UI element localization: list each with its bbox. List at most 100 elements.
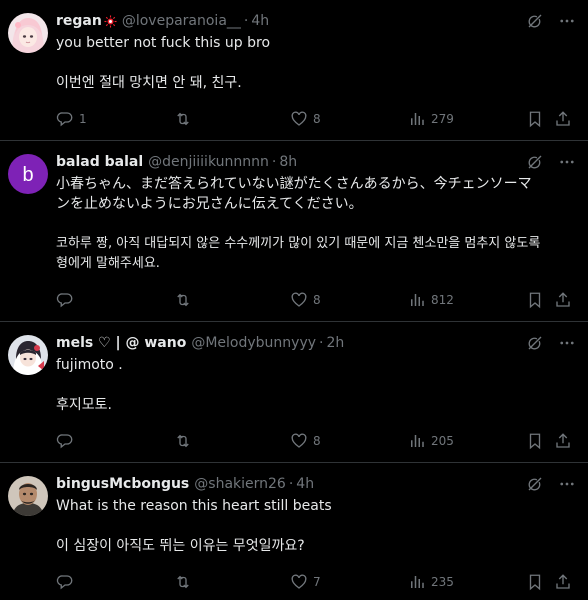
bookmark-button[interactable] <box>526 573 544 591</box>
share-icon <box>554 110 572 128</box>
author-name[interactable]: mels ♡ | @ wano <box>56 335 186 351</box>
like-button[interactable]: 8 <box>290 432 321 450</box>
heart-icon <box>290 432 308 450</box>
bookmark-button[interactable] <box>526 110 544 128</box>
post-time[interactable]: 8h <box>279 154 297 170</box>
view-count: 205 <box>431 434 454 448</box>
grok-icon[interactable] <box>526 12 544 30</box>
avatar[interactable] <box>8 335 48 375</box>
view-count: 812 <box>431 293 454 307</box>
share-button[interactable] <box>554 291 572 309</box>
repost-button[interactable] <box>174 432 192 450</box>
repost-icon <box>174 291 192 309</box>
share-button[interactable] <box>554 110 572 128</box>
share-icon <box>554 291 572 309</box>
post[interactable]: mels ♡ | @ wano @Melodybunnyyy · 2h fuji… <box>0 322 588 463</box>
post-actions: 7 235 <box>56 572 588 592</box>
views-chart-icon <box>408 432 426 450</box>
repost-icon <box>174 432 192 450</box>
avatar-letter-icon: b <box>8 154 48 194</box>
like-count: 8 <box>313 434 321 448</box>
like-button[interactable]: 7 <box>290 573 321 591</box>
author-name[interactable]: regan <box>56 13 102 29</box>
grok-icon[interactable] <box>526 475 544 493</box>
sun-badge-icon <box>104 14 117 28</box>
avatar[interactable] <box>8 476 48 516</box>
post-actions: 8 812 <box>56 290 588 310</box>
repost-button[interactable] <box>174 573 192 591</box>
share-button[interactable] <box>554 432 572 450</box>
grok-icon[interactable] <box>526 153 544 171</box>
repost-button[interactable] <box>174 110 192 128</box>
post[interactable]: bingusMcbongus @shakiern26 · 4h What is … <box>0 463 588 600</box>
reply-feed: regan @loveparanoia__ · 4h you better no… <box>0 0 588 600</box>
translation-text-line: 형에게 말해주세요. <box>56 256 160 271</box>
heart-icon <box>290 110 308 128</box>
post-actions: 1 8 279 <box>56 109 588 129</box>
author-name[interactable]: bingusMcbongus <box>56 476 189 492</box>
post-time[interactable]: 4h <box>296 476 314 492</box>
author-handle[interactable]: @Melodybunnyyy <box>191 335 316 351</box>
avatar[interactable] <box>8 13 48 53</box>
avatar[interactable]: b <box>8 154 48 194</box>
like-button[interactable]: 8 <box>290 291 321 309</box>
repost-button[interactable] <box>174 291 192 309</box>
views-button[interactable]: 279 <box>408 110 454 128</box>
bookmark-icon <box>526 573 544 591</box>
avatar-photo-icon <box>8 476 48 516</box>
more-options-icon[interactable] <box>558 153 576 171</box>
author-name[interactable]: balad balal <box>56 154 143 170</box>
reply-icon <box>56 110 74 128</box>
bookmark-icon <box>526 110 544 128</box>
author-handle[interactable]: @loveparanoia__ <box>122 13 241 29</box>
like-count: 7 <box>313 575 321 589</box>
share-button[interactable] <box>554 573 572 591</box>
reply-icon <box>56 573 74 591</box>
separator-dot: · <box>319 335 324 351</box>
views-button[interactable]: 812 <box>408 291 454 309</box>
reply-count: 1 <box>79 112 87 126</box>
reply-button[interactable] <box>56 573 74 591</box>
translation-text-line: 후지모토. <box>56 397 112 413</box>
more-options-icon[interactable] <box>558 12 576 30</box>
views-button[interactable]: 205 <box>408 432 454 450</box>
reply-button[interactable]: 1 <box>56 110 87 128</box>
like-count: 8 <box>313 112 321 126</box>
author-handle[interactable]: @denjiiiikunnnnn <box>148 154 269 170</box>
view-count: 279 <box>431 112 454 126</box>
separator-dot: · <box>243 13 249 29</box>
bookmark-icon <box>526 291 544 309</box>
reply-button[interactable] <box>56 291 74 309</box>
post-time[interactable]: 4h <box>251 13 269 29</box>
like-button[interactable]: 8 <box>290 110 321 128</box>
more-options-icon[interactable] <box>558 475 576 493</box>
more-options-icon[interactable] <box>558 334 576 352</box>
views-button[interactable]: 235 <box>408 573 454 591</box>
post-text: you better not fuck this up bro 이번엔 절대 망… <box>56 33 576 93</box>
heart-icon <box>290 573 308 591</box>
views-chart-icon <box>408 573 426 591</box>
reply-icon <box>56 291 74 309</box>
translation-text-line: 이 심장이 아직도 뛰는 이유는 무엇일까요? <box>56 538 305 554</box>
bookmark-button[interactable] <box>526 291 544 309</box>
post-time[interactable]: 2h <box>326 335 344 351</box>
post-text-line: fujimoto . <box>56 357 123 373</box>
grok-icon[interactable] <box>526 334 544 352</box>
post[interactable]: b balad balal @denjiiiikunnnnn · 8h 小春ちゃ… <box>0 141 588 322</box>
translation-text-line: 이번엔 절대 망치면 안 돼, 친구. <box>56 75 242 91</box>
post[interactable]: regan @loveparanoia__ · 4h you better no… <box>0 0 588 141</box>
post-text-line: ンを止めないようにお兄さんに伝えてください。 <box>56 196 363 212</box>
post-actions: 8 205 <box>56 431 588 451</box>
avatar-letter: b <box>22 164 33 186</box>
repost-icon <box>174 110 192 128</box>
view-count: 235 <box>431 575 454 589</box>
post-text-line: 小春ちゃん、まだ答えられていない謎がたくさんあるから、今チェンソーマ <box>56 176 532 192</box>
share-icon <box>554 573 572 591</box>
like-count: 8 <box>313 293 321 307</box>
bookmark-button[interactable] <box>526 432 544 450</box>
post-text-line: What is the reason this heart still beat… <box>56 498 332 514</box>
author-handle[interactable]: @shakiern26 <box>194 476 286 492</box>
heart-icon <box>290 291 308 309</box>
post-text: fujimoto . 후지모토. <box>56 355 576 415</box>
reply-button[interactable] <box>56 432 74 450</box>
